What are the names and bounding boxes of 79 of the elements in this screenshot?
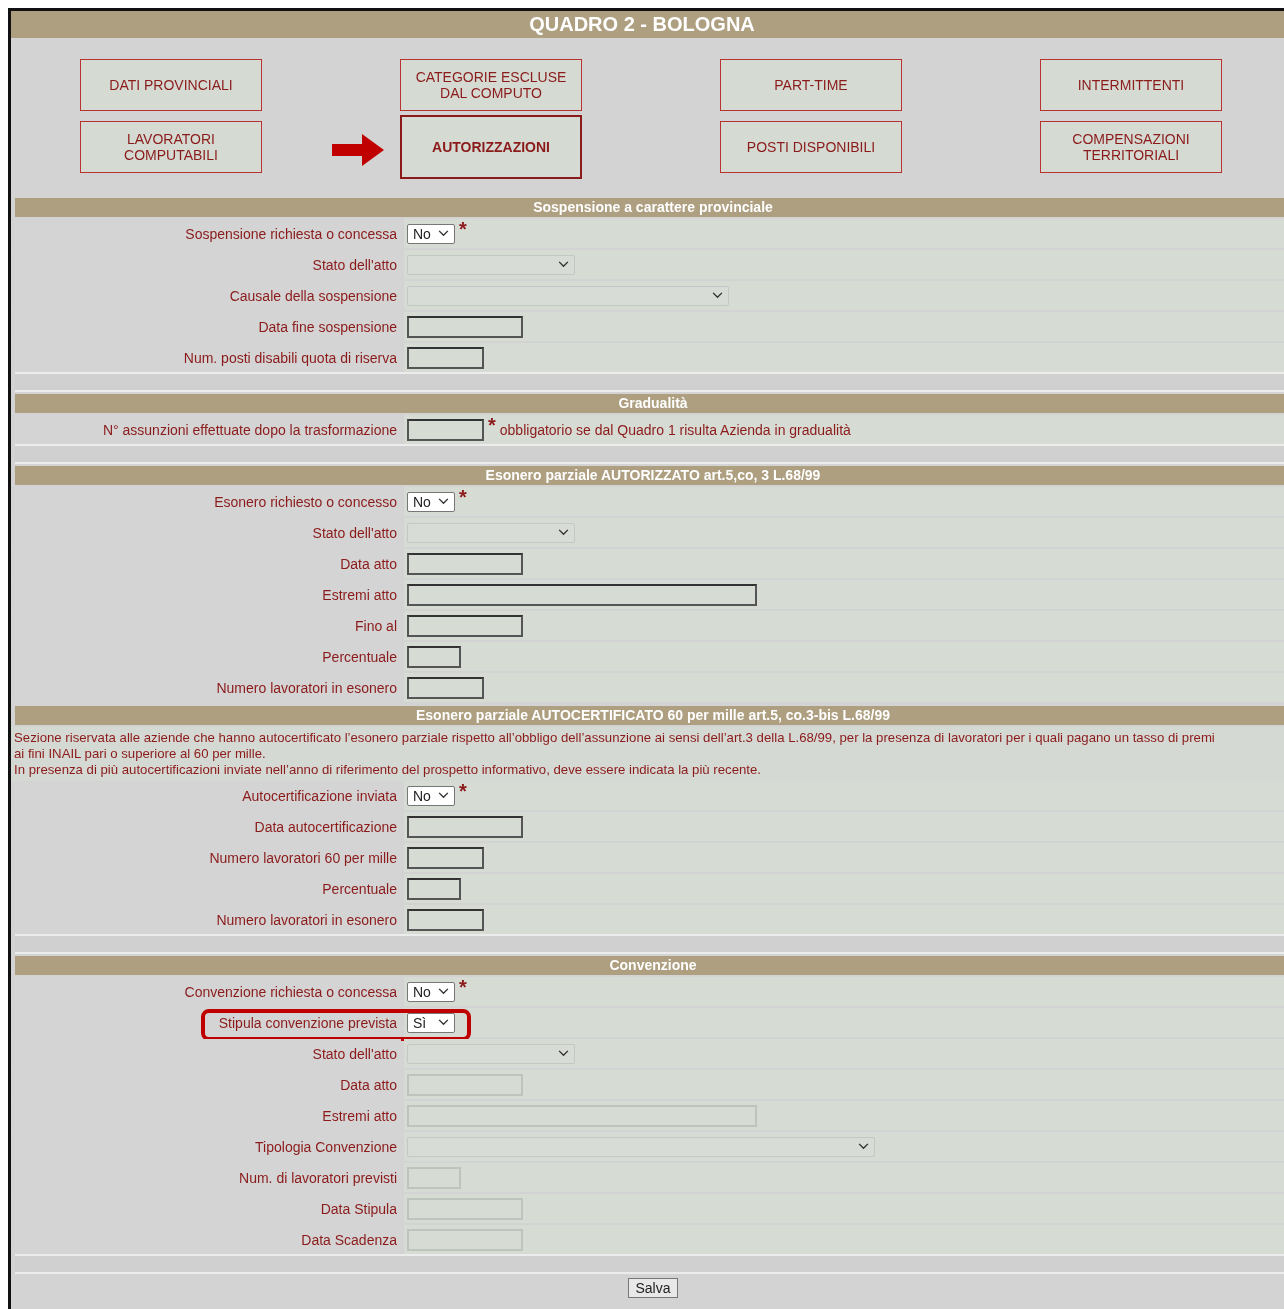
field-label: Data Stipula: [320, 1200, 397, 1217]
chevron-down-icon: [712, 292, 723, 299]
input-field[interactable]: [407, 418, 484, 441]
section-header: Esonero parziale AUTOCERTIFICATO 60 per mille art.5, co.3-bis L.68/99: [15, 706, 1284, 725]
input-field[interactable]: [407, 676, 484, 699]
field-label: Numero lavoratori in esonero: [216, 911, 397, 928]
input-field[interactable]: [407, 583, 757, 606]
field-label: Data Scadenza: [301, 1231, 397, 1248]
field-label: Convenzione richiesta o concessa: [184, 983, 397, 1000]
field-label: Stato dell'atto: [312, 256, 397, 273]
dropdown[interactable]: No: [407, 223, 455, 244]
save-button[interactable]: Salva: [628, 1278, 678, 1298]
field-label: Num. posti disabili quota di riserva: [183, 349, 397, 366]
nav-button[interactable]: LAVORATORI COMPUTABILI: [80, 121, 262, 173]
input-field[interactable]: [407, 552, 523, 575]
dropdown[interactable]: No: [407, 785, 455, 806]
chevron-down-icon: [558, 261, 569, 268]
field-label: Estremi atto: [322, 586, 397, 603]
section-description: In presenza di più autocertificazioni inviate nell’anno di riferimento del prospetto informativo, deve essere indicata la più recente.: [14, 762, 762, 778]
input-field[interactable]: [407, 614, 523, 637]
chevron-down-icon: [438, 988, 449, 995]
section-header: Esonero parziale AUTORIZZATO art.5,co, 3 L.68/99: [15, 466, 1284, 485]
field-label: Data atto: [340, 1076, 397, 1093]
field-label: Percentuale: [322, 880, 397, 897]
field-label: Tipologia Convenzione: [255, 1138, 397, 1155]
input-field[interactable]: [407, 846, 484, 869]
field-label: Data atto: [340, 555, 397, 572]
required-asterisk: *: [459, 219, 467, 239]
dropdown[interactable]: Sì: [407, 1012, 455, 1033]
nav-button[interactable]: DATI PROVINCIALI: [80, 59, 262, 111]
field-label: Num. di lavoratori previsti: [239, 1169, 397, 1186]
input-field[interactable]: [407, 908, 484, 931]
page-title: QUADRO 2 - BOLOGNA: [11, 11, 1284, 38]
section-header: Gradualità: [15, 394, 1284, 413]
chevron-down-icon: [438, 498, 449, 505]
nav-button[interactable]: CATEGORIE ESCLUSE DAL COMPUTO: [400, 59, 582, 111]
input-field[interactable]: [407, 815, 523, 838]
field-label: Data autocertificazione: [254, 818, 397, 835]
field-label: Stipula convenzione prevista: [218, 1014, 397, 1031]
field-label: Stato dell'atto: [312, 1045, 397, 1062]
nav-button[interactable]: POSTI DISPONIBILI: [720, 121, 902, 173]
chevron-down-icon: [438, 792, 449, 799]
required-asterisk: *: [459, 781, 467, 801]
chevron-down-icon: [558, 1050, 569, 1057]
dropdown[interactable]: No: [407, 981, 455, 1002]
field-label: Percentuale: [322, 648, 397, 665]
required-asterisk: *: [459, 487, 467, 507]
field-label: Numero lavoratori 60 per mille: [209, 849, 397, 866]
field-label: Autocertificazione inviata: [242, 787, 397, 804]
chevron-down-icon: [438, 230, 449, 237]
nav-button[interactable]: COMPENSAZIONI TERRITORIALI: [1040, 121, 1222, 173]
arrow-icon: [332, 134, 384, 166]
required-asterisk: *: [488, 415, 496, 435]
field-label: Fino al: [354, 617, 397, 634]
field-label: Data fine sospensione: [258, 318, 397, 335]
required-asterisk: *: [459, 977, 467, 997]
chevron-down-icon: [438, 1019, 449, 1026]
input-field[interactable]: [407, 645, 461, 668]
input-field[interactable]: [407, 346, 484, 369]
section-description: Sezione riservata alle aziende che hanno autocertificato l’esonero parziale rispetto all’obbligo dell’assunzione ai sensi dell’art.3 della L.68/99, per la presenza di lavoratori per i quali pagano un tasso di premi: [14, 730, 1216, 746]
field-label: Numero lavoratori in esonero: [216, 679, 397, 696]
field-label: Stato dell'atto: [312, 524, 397, 541]
nav-button[interactable]: PART-TIME: [720, 59, 902, 111]
input-field[interactable]: [407, 315, 523, 338]
nav-button[interactable]: AUTORIZZAZIONI: [400, 115, 582, 179]
field-note: obbligatorio se dal Quadro 1 risulta Azienda in gradualità: [499, 421, 851, 438]
chevron-down-icon: [558, 529, 569, 536]
input-field[interactable]: [407, 877, 461, 900]
section-header: Convenzione: [15, 956, 1284, 975]
nav-button[interactable]: INTERMITTENTI: [1040, 59, 1222, 111]
field-label: Causale della sospensione: [229, 287, 397, 304]
field-label: N° assunzioni effettuate dopo la trasformazione: [102, 421, 397, 438]
field-label: Sospensione richiesta o concessa: [185, 225, 397, 242]
section-description: ai fini INAIL pari o superiore al 60 per mille.: [14, 746, 267, 762]
field-label: Esonero richiesto o concesso: [214, 493, 397, 510]
dropdown[interactable]: No: [407, 491, 455, 512]
chevron-down-icon: [858, 1143, 869, 1150]
field-label: Estremi atto: [322, 1107, 397, 1124]
section-header: Sospensione a carattere provinciale: [15, 198, 1284, 217]
